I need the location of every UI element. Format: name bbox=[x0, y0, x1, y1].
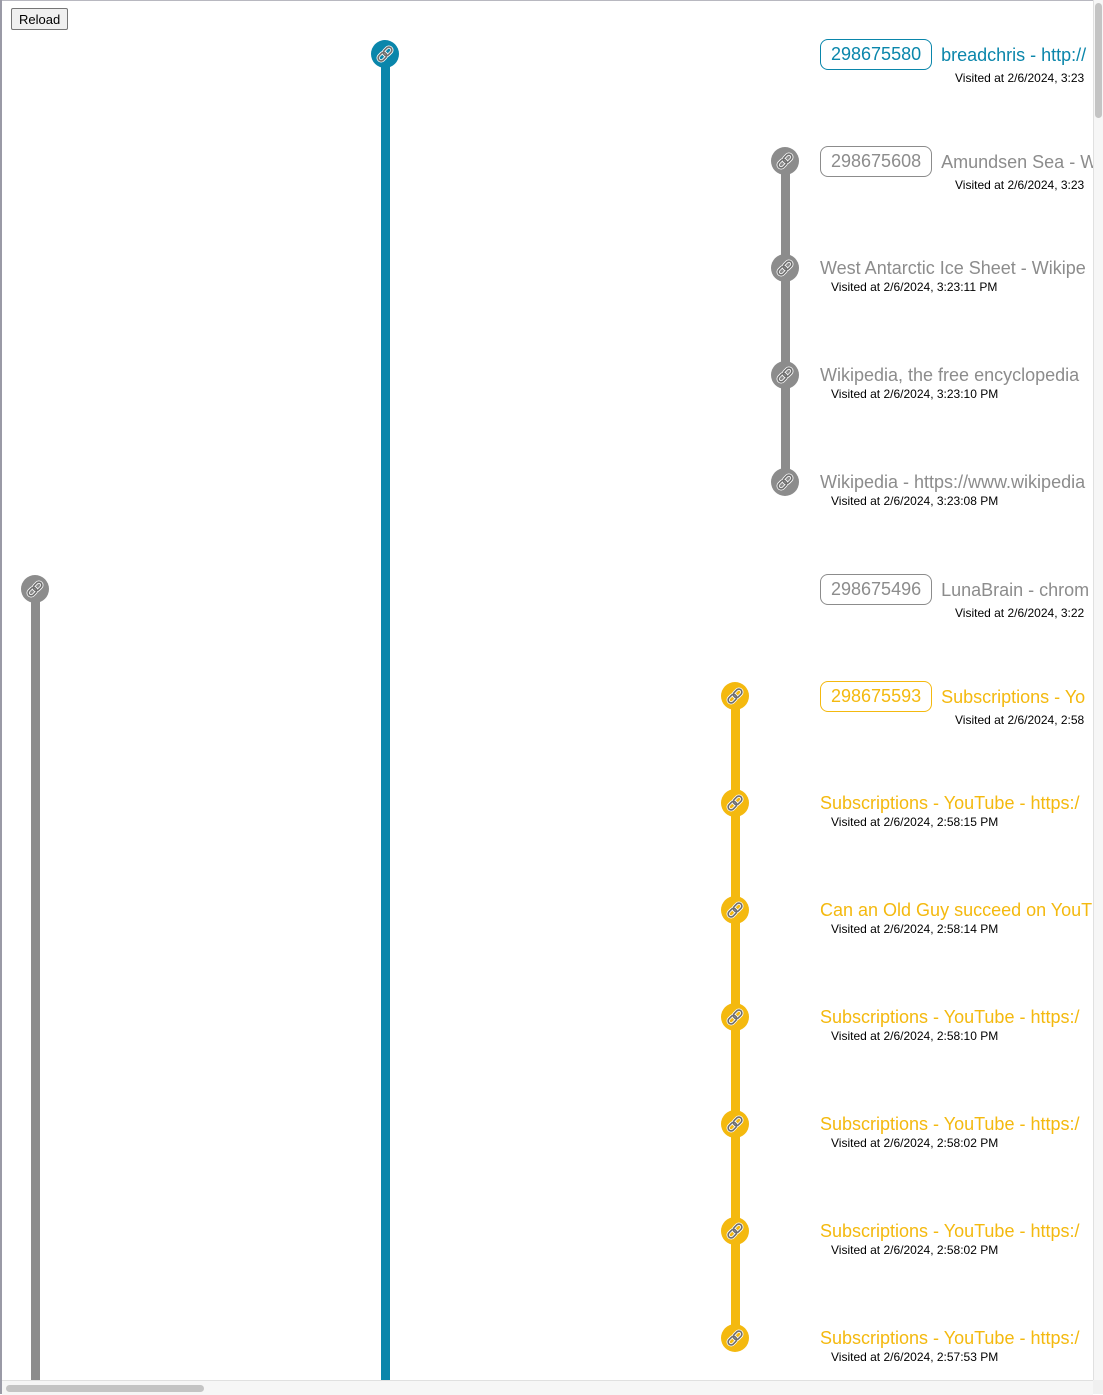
entry-title-row: 298675496 LunaBrain - chrom bbox=[820, 574, 1089, 605]
timeline-canvas: 298675580 breadchris - http:// Visited at … bbox=[2, 0, 1093, 1380]
timeline-node[interactable] bbox=[21, 575, 49, 603]
timeline-entry: Subscriptions - YouTube - https:/Visited… bbox=[820, 792, 1079, 829]
timeline-node[interactable] bbox=[771, 254, 799, 282]
page-title-link[interactable]: Subscriptions - Yo bbox=[941, 686, 1085, 708]
visited-timestamp: Visited at 2/6/2024, 2:58:15 PM bbox=[831, 815, 999, 829]
page-title-link[interactable]: Subscriptions - YouTube - https:/ bbox=[820, 1006, 1079, 1028]
timeline-entry: West Antarctic Ice Sheet - Wikipe Visited… bbox=[820, 257, 1086, 294]
timeline-lane-line bbox=[380, 54, 390, 1380]
visited-timestamp: Visited at 2/6/2024, 3:23 bbox=[955, 71, 1085, 85]
entry-title-row: 298675593 Subscriptions - Yo bbox=[820, 681, 1085, 712]
timeline-node[interactable] bbox=[721, 682, 749, 710]
entry-title-row: Subscriptions - YouTube - https:/ bbox=[820, 1327, 1079, 1349]
timeline-entry: 298675496 LunaBrain - chrom Visited at 2/6… bbox=[820, 574, 1089, 620]
link-icon bbox=[725, 1328, 745, 1348]
link-icon bbox=[775, 472, 795, 492]
link-icon bbox=[725, 1221, 745, 1241]
visited-timestamp: Visited at 2/6/2024, 3:23:10 PM bbox=[831, 387, 999, 401]
timeline-node[interactable] bbox=[721, 1217, 749, 1245]
timeline-entry: Subscriptions - YouTube - https:/Visited… bbox=[820, 1327, 1079, 1364]
entry-title-row: Subscriptions - YouTube - https:/ bbox=[820, 1113, 1079, 1135]
page-title-link[interactable]: Subscriptions - YouTube - https:/ bbox=[820, 1220, 1079, 1242]
link-icon bbox=[725, 1114, 745, 1134]
session-id-badge[interactable]: 298675580 bbox=[820, 39, 933, 70]
timeline-node[interactable] bbox=[721, 1003, 749, 1031]
horizontal-scrollbar-thumb[interactable] bbox=[6, 1385, 204, 1392]
link-icon bbox=[725, 793, 745, 813]
link-icon bbox=[725, 686, 745, 706]
timeline-lane-line bbox=[30, 589, 40, 1380]
visited-timestamp: Visited at 2/6/2024, 2:57:53 PM bbox=[831, 1350, 999, 1364]
timeline-node[interactable] bbox=[721, 1110, 749, 1138]
page-title-link[interactable]: breadchris - http:// bbox=[941, 44, 1086, 66]
visited-timestamp: Visited at 2/6/2024, 3:23:11 PM bbox=[831, 280, 998, 294]
entry-title-row: Can an Old Guy succeed on YouT bbox=[820, 899, 1092, 921]
page-title-link[interactable]: Can an Old Guy succeed on YouT bbox=[820, 899, 1092, 921]
page-title-link[interactable]: Subscriptions - YouTube - https:/ bbox=[820, 1327, 1079, 1349]
timeline-node[interactable] bbox=[771, 147, 799, 175]
timeline-node[interactable] bbox=[721, 896, 749, 924]
link-icon bbox=[725, 1007, 745, 1027]
timeline-entry: Subscriptions - YouTube - https:/Visited… bbox=[820, 1006, 1079, 1043]
visited-timestamp: Visited at 2/6/2024, 2:58:02 PM bbox=[831, 1136, 999, 1150]
link-icon bbox=[725, 900, 745, 920]
session-id-badge[interactable]: 298675608 bbox=[820, 146, 933, 177]
link-icon bbox=[775, 258, 795, 278]
link-icon bbox=[375, 44, 395, 64]
vertical-scrollbar-thumb[interactable] bbox=[1095, 3, 1102, 118]
timeline-entry: Subscriptions - YouTube - https:/Visited… bbox=[820, 1220, 1079, 1257]
page-title-link[interactable]: Subscriptions - YouTube - https:/ bbox=[820, 1113, 1079, 1135]
timeline-entry: Subscriptions - YouTube - https:/Visited… bbox=[820, 1113, 1079, 1150]
entry-title-row: Subscriptions - YouTube - https:/ bbox=[820, 792, 1079, 814]
timeline-node[interactable] bbox=[771, 361, 799, 389]
visited-timestamp: Visited at 2/6/2024, 2:58:10 PM bbox=[831, 1029, 999, 1043]
timeline-lane-line bbox=[780, 161, 790, 482]
timeline-node[interactable] bbox=[371, 40, 399, 68]
page-title-link[interactable]: Wikipedia, the free encyclopedia bbox=[820, 364, 1079, 386]
entry-title-row: Wikipedia - https://www.wikipedia bbox=[820, 471, 1085, 493]
link-icon bbox=[25, 579, 45, 599]
timeline-node[interactable] bbox=[721, 789, 749, 817]
timeline-node[interactable] bbox=[721, 1324, 749, 1352]
visited-timestamp: Visited at 2/6/2024, 3:22 bbox=[955, 606, 1085, 620]
session-id-badge[interactable]: 298675593 bbox=[820, 681, 933, 712]
entry-title-row: Subscriptions - YouTube - https:/ bbox=[820, 1220, 1079, 1242]
page-title-link[interactable]: Subscriptions - YouTube - https:/ bbox=[820, 792, 1079, 814]
page-title-link[interactable]: Wikipedia - https://www.wikipedia bbox=[820, 471, 1085, 493]
timeline-entry: Can an Old Guy succeed on YouT Visited at… bbox=[820, 899, 1092, 936]
timeline-entry: 298675593 Subscriptions - Yo Visited at 2/… bbox=[820, 681, 1085, 727]
visited-timestamp: Visited at 2/6/2024, 3:23 bbox=[955, 178, 1085, 192]
entry-title-row: 298675580 breadchris - http:// bbox=[820, 39, 1086, 70]
timeline-entry: Wikipedia, the free encyclopedia Visited … bbox=[820, 364, 1079, 401]
entry-title-row: West Antarctic Ice Sheet - Wikipe bbox=[820, 257, 1086, 279]
link-icon bbox=[775, 365, 795, 385]
vertical-scrollbar[interactable] bbox=[1093, 0, 1103, 1380]
page-title-link[interactable]: Amundsen Sea - W bbox=[941, 151, 1093, 173]
entry-title-row: Subscriptions - YouTube - https:/ bbox=[820, 1006, 1079, 1028]
visited-timestamp: Visited at 2/6/2024, 3:23:08 PM bbox=[831, 494, 999, 508]
visited-timestamp: Visited at 2/6/2024, 2:58 bbox=[955, 713, 1085, 727]
timeline-entry: 298675608 Amundsen Sea - W Visited at 2/6/… bbox=[820, 146, 1093, 192]
timeline-entry: Wikipedia - https://www.wikipedia Visited… bbox=[820, 471, 1085, 508]
visited-timestamp: Visited at 2/6/2024, 2:58:02 PM bbox=[831, 1243, 999, 1257]
link-icon bbox=[775, 151, 795, 171]
visited-timestamp: Visited at 2/6/2024, 2:58:14 PM bbox=[831, 922, 999, 936]
page-title-link[interactable]: LunaBrain - chrom bbox=[941, 579, 1089, 601]
session-id-badge[interactable]: 298675496 bbox=[820, 574, 933, 605]
entry-title-row: Wikipedia, the free encyclopedia bbox=[820, 364, 1079, 386]
timeline-node[interactable] bbox=[771, 468, 799, 496]
entry-title-row: 298675608 Amundsen Sea - W bbox=[820, 146, 1093, 177]
scrollbar-corner bbox=[1093, 1380, 1103, 1394]
page-title-link[interactable]: West Antarctic Ice Sheet - Wikipe bbox=[820, 257, 1086, 279]
timeline-entry: 298675580 breadchris - http:// Visited at … bbox=[820, 39, 1086, 85]
